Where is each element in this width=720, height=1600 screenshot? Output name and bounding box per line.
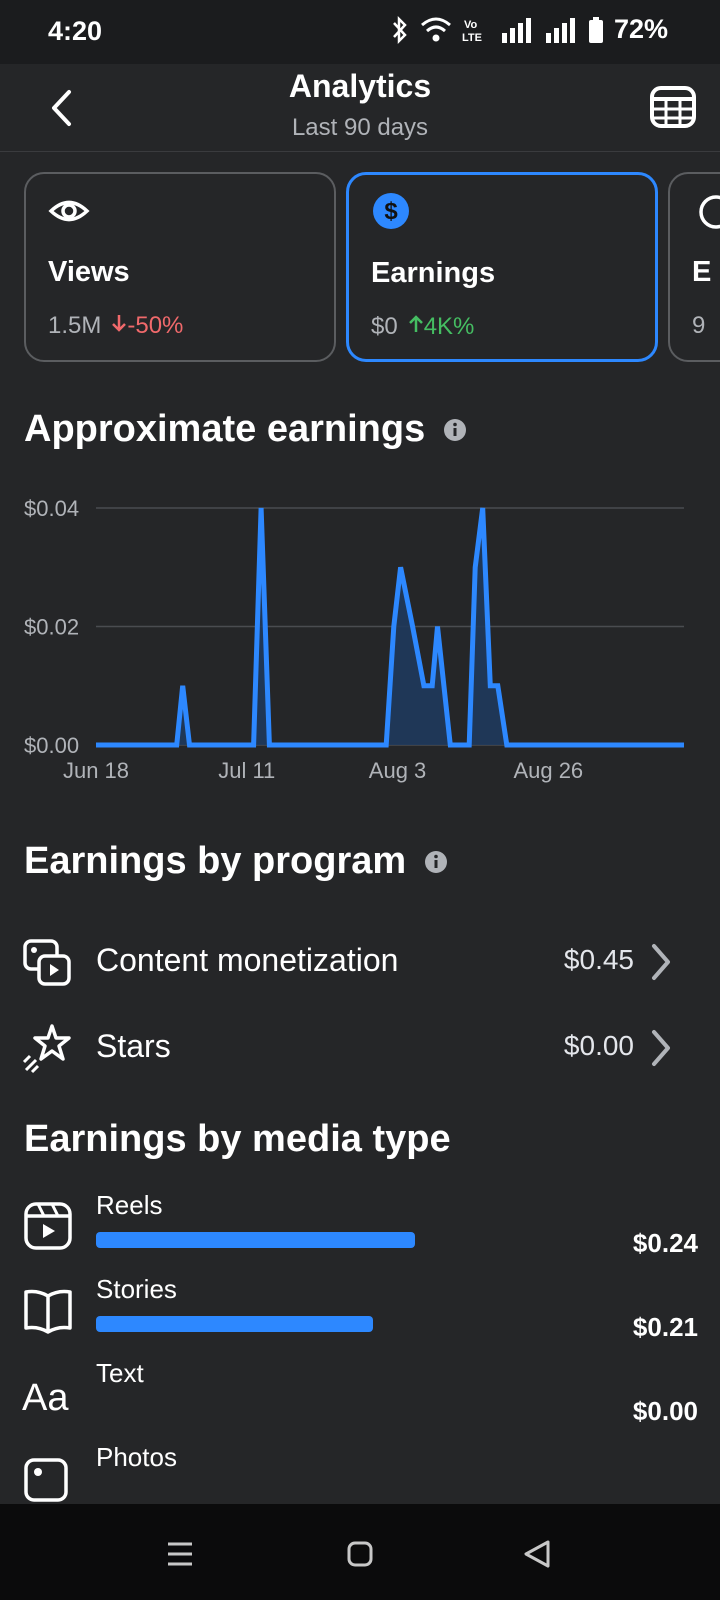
svg-text:Aa: Aa: [22, 1377, 69, 1419]
engagement-icon: [699, 195, 720, 229]
program-label: Stars: [96, 1028, 171, 1064]
status-icons: Vo LTE 72%: [390, 14, 668, 45]
svg-text:$: $: [384, 198, 398, 225]
section-title: Approximate earnings: [24, 408, 426, 450]
volte-icon: VoLTE: [462, 19, 482, 44]
stars-icon: [22, 1024, 71, 1074]
card-metric: 1.5M: [48, 312, 102, 339]
approx-earnings-heading: Approximate earnings: [24, 408, 467, 451]
battery-percent: 72%: [613, 14, 668, 44]
media-value: $0.21: [632, 1312, 698, 1342]
media-label: Photos: [96, 1442, 177, 1472]
card-label: Views: [48, 256, 130, 288]
y-tick-label: $0.02: [24, 615, 79, 640]
date-range-label: Last 90 days: [291, 114, 429, 141]
chevron-right-icon: [652, 1030, 670, 1066]
status-time: 4:20: [48, 16, 103, 46]
info-icon[interactable]: [443, 418, 467, 442]
page-title: Analytics: [288, 68, 432, 104]
svg-text:Vo: Vo: [464, 19, 478, 31]
reels-icon: [24, 1202, 72, 1250]
eye-icon: [48, 200, 90, 222]
home-icon[interactable]: [340, 1534, 380, 1574]
earnings-chart-svg: $0.04 $0.02 $0.00Jun 18 Jul 11 Aug 3 Aug 26: [24, 496, 684, 783]
program-heading: Earnings by program: [24, 840, 448, 883]
y-tick-label: $0.04: [24, 496, 79, 521]
signal-icon-2: [545, 17, 575, 43]
card-metric: 9: [692, 312, 706, 339]
media-label: Text: [96, 1358, 144, 1388]
battery-icon: [588, 16, 603, 43]
back-nav-icon[interactable]: [518, 1534, 558, 1574]
recent-apps-icon[interactable]: [160, 1534, 200, 1574]
card-value: 1.5M -50%: [48, 312, 183, 340]
program-value: $0.45: [563, 944, 634, 975]
wifi-icon: [420, 17, 451, 41]
card-metric: $0: [371, 313, 398, 340]
photo-icon: [24, 1458, 68, 1502]
card-value: 9: [692, 312, 705, 340]
media-heading: Earnings by media type: [24, 1118, 451, 1161]
x-tick-label: Aug 3: [369, 758, 427, 783]
dollar-icon: $: [373, 193, 409, 229]
card-change: -50%: [111, 312, 183, 340]
y-tick-label: $0.00: [24, 733, 79, 758]
arrow-down-icon: [112, 315, 127, 332]
book-open-icon: [24, 1289, 72, 1334]
signal-icon: [501, 17, 531, 43]
info-icon[interactable]: [424, 850, 448, 874]
program-row-stars[interactable]: Stars $0.00: [0, 1008, 720, 1088]
card-change-text: -50%: [127, 312, 184, 339]
card-earnings[interactable]: $ Earnings $0 4K%: [346, 172, 658, 362]
media-bar: [96, 1232, 415, 1248]
content-monetization-icon: [23, 939, 71, 986]
section-title: Earnings by media type: [24, 1118, 451, 1160]
x-tick-label: Aug 26: [513, 758, 583, 783]
calendar-button[interactable]: [648, 82, 698, 132]
card-views[interactable]: Views 1.5M -50%: [24, 172, 336, 362]
media-value: $0.00: [632, 1396, 698, 1426]
media-label: Reels: [96, 1190, 163, 1220]
x-tick-label: Jul 11: [218, 758, 275, 783]
text-icon: Aa: [22, 1377, 69, 1419]
earnings-chart: $0.04 $0.02 $0.00 Jun 18 Jul 11 Aug 3 Aug 26: [0, 486, 720, 806]
card-label: Earnings: [371, 257, 496, 289]
bluetooth-icon: [393, 15, 407, 44]
system-nav-bar: [0, 1504, 720, 1600]
chevron-right-icon: [652, 944, 670, 980]
metric-cards: Views 1.5M -50% $ Earnings $0 4K% E 9: [24, 172, 720, 364]
card-change: 4K%: [408, 313, 475, 341]
media-label: Stories: [96, 1274, 177, 1304]
section-title: Earnings by program: [24, 840, 407, 882]
program-value: $0.00: [563, 1030, 634, 1061]
x-tick-label: Jun 18: [63, 758, 129, 783]
status-bar: 4:20 Vo LTE 72%: [0, 0, 720, 64]
arrow-up-icon: [408, 315, 423, 332]
media-value: $0.24: [632, 1228, 698, 1258]
svg-text:LTE: LTE: [462, 32, 482, 44]
media-row-reels[interactable]: Reels $0.24: [0, 1190, 720, 1274]
card-change-text: 4K%: [423, 313, 475, 340]
media-row-text[interactable]: Aa Text $0.00: [0, 1358, 720, 1442]
program-row-content-monetization[interactable]: Content monetization $0.45: [0, 922, 720, 1002]
media-row-stories[interactable]: Stories $0.21: [0, 1274, 720, 1358]
card-value: $0 4K%: [371, 313, 474, 341]
media-bar: [96, 1316, 373, 1332]
app-header: Analytics Last 90 days: [0, 64, 720, 152]
card-engagement[interactable]: E 9: [668, 172, 720, 362]
program-label: Content monetization: [96, 942, 399, 978]
card-label: E: [692, 256, 712, 288]
calendar-icon: [650, 86, 696, 128]
